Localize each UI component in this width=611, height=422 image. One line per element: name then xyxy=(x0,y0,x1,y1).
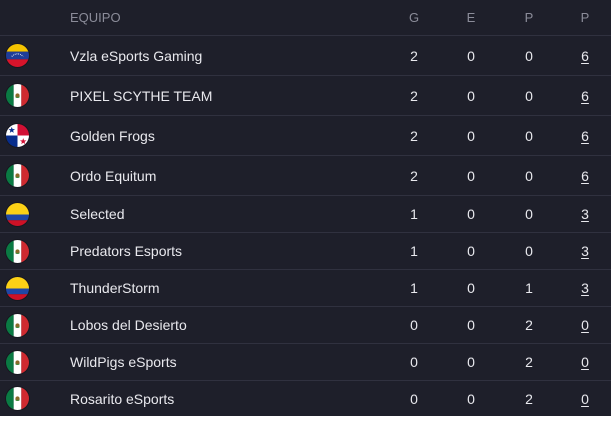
losses-value: 0 xyxy=(525,127,533,144)
points-value[interactable]: 6 xyxy=(570,36,600,75)
mexico-flag-icon xyxy=(5,313,29,337)
points-value[interactable]: 6 xyxy=(570,76,600,115)
team-name[interactable]: Rosarito eSports xyxy=(70,381,370,416)
losses-value: 1 xyxy=(525,280,533,296)
draws-value: 0 xyxy=(467,390,475,407)
wins-value: 0 xyxy=(410,390,418,407)
team-column-header: EQUIPO xyxy=(70,10,121,25)
wins-value: 2 xyxy=(410,47,418,64)
wins-value: 1 xyxy=(410,206,418,222)
points-value[interactable]: 6 xyxy=(570,116,600,155)
mexico-flag-icon xyxy=(5,350,29,374)
points-value[interactable]: 6 xyxy=(570,156,600,195)
mexico-flag-icon xyxy=(5,84,29,107)
mexico-flag-icon xyxy=(5,164,29,187)
table-row[interactable]: Predators Esports 1 0 0 3 xyxy=(0,232,611,269)
table-row[interactable]: Rosarito eSports 0 0 2 0 xyxy=(0,380,611,416)
table-row[interactable]: Selected 1 0 0 3 xyxy=(0,195,611,232)
losses-value: 0 xyxy=(525,206,533,222)
wins-value: 2 xyxy=(410,87,418,104)
mexico-flag-icon xyxy=(5,387,29,410)
team-name[interactable]: Selected xyxy=(70,196,370,232)
draws-value: 0 xyxy=(467,354,475,370)
points-value[interactable]: 0 xyxy=(570,344,600,380)
table-row[interactable]: Vzla eSports Gaming 2 0 0 6 xyxy=(0,35,611,75)
team-name[interactable]: ThunderStorm xyxy=(70,270,370,306)
draws-value: 0 xyxy=(467,206,475,222)
table-row[interactable]: Ordo Equitum 2 0 0 6 xyxy=(0,155,611,195)
wins-value: 1 xyxy=(410,280,418,296)
wins-value: 0 xyxy=(410,317,418,333)
team-name[interactable]: Predators Esports xyxy=(70,233,370,269)
table-row[interactable]: Golden Frogs 2 0 0 6 xyxy=(0,115,611,155)
table-row[interactable]: ThunderStorm 1 0 1 3 xyxy=(0,269,611,306)
team-name[interactable]: Golden Frogs xyxy=(70,116,370,155)
table-row[interactable]: PIXEL SCYTHE TEAM 2 0 0 6 xyxy=(0,75,611,115)
losses-column-header: P xyxy=(524,10,534,25)
points-value[interactable]: 3 xyxy=(570,196,600,232)
draws-value: 0 xyxy=(467,243,475,259)
team-name[interactable]: Lobos del Desierto xyxy=(70,307,370,343)
team-name[interactable]: WildPigs eSports xyxy=(70,344,370,380)
table-row[interactable]: Lobos del Desierto 0 0 2 0 xyxy=(0,306,611,343)
losses-value: 2 xyxy=(525,317,533,333)
colombia-flag-icon xyxy=(5,202,29,226)
team-name[interactable]: Ordo Equitum xyxy=(70,156,370,195)
team-name[interactable]: PIXEL SCYTHE TEAM xyxy=(70,76,370,115)
points-value[interactable]: 3 xyxy=(570,233,600,269)
points-value[interactable]: 0 xyxy=(570,381,600,416)
table-row[interactable]: WildPigs eSports 0 0 2 0 xyxy=(0,343,611,380)
draws-value: 0 xyxy=(467,47,475,64)
draws-value: 0 xyxy=(467,280,475,296)
wins-value: 1 xyxy=(410,243,418,259)
draws-value: 0 xyxy=(467,317,475,333)
points-value[interactable]: 3 xyxy=(570,270,600,306)
losses-value: 0 xyxy=(525,87,533,104)
losses-value: 2 xyxy=(525,390,533,407)
draws-column-header: E xyxy=(466,10,476,25)
standings-table: EQUIPO G E P P Vzla eSports Gaming 2 0 0… xyxy=(0,0,611,416)
draws-value: 0 xyxy=(467,87,475,104)
panama-flag-icon xyxy=(5,124,29,147)
draws-value: 0 xyxy=(467,127,475,144)
points-value[interactable]: 0 xyxy=(570,307,600,343)
losses-value: 2 xyxy=(525,354,533,370)
table-header: EQUIPO G E P P xyxy=(0,0,611,35)
losses-value: 0 xyxy=(525,243,533,259)
venezuela-flag-icon xyxy=(5,44,29,67)
wins-value: 0 xyxy=(410,354,418,370)
losses-value: 0 xyxy=(525,167,533,184)
wins-value: 2 xyxy=(410,127,418,144)
colombia-flag-icon xyxy=(5,276,29,300)
wins-column-header: G xyxy=(408,10,420,25)
losses-value: 0 xyxy=(525,47,533,64)
mexico-flag-icon xyxy=(5,239,29,263)
wins-value: 2 xyxy=(410,167,418,184)
team-name[interactable]: Vzla eSports Gaming xyxy=(70,36,370,75)
draws-value: 0 xyxy=(467,167,475,184)
points-column-header: P xyxy=(580,10,590,25)
